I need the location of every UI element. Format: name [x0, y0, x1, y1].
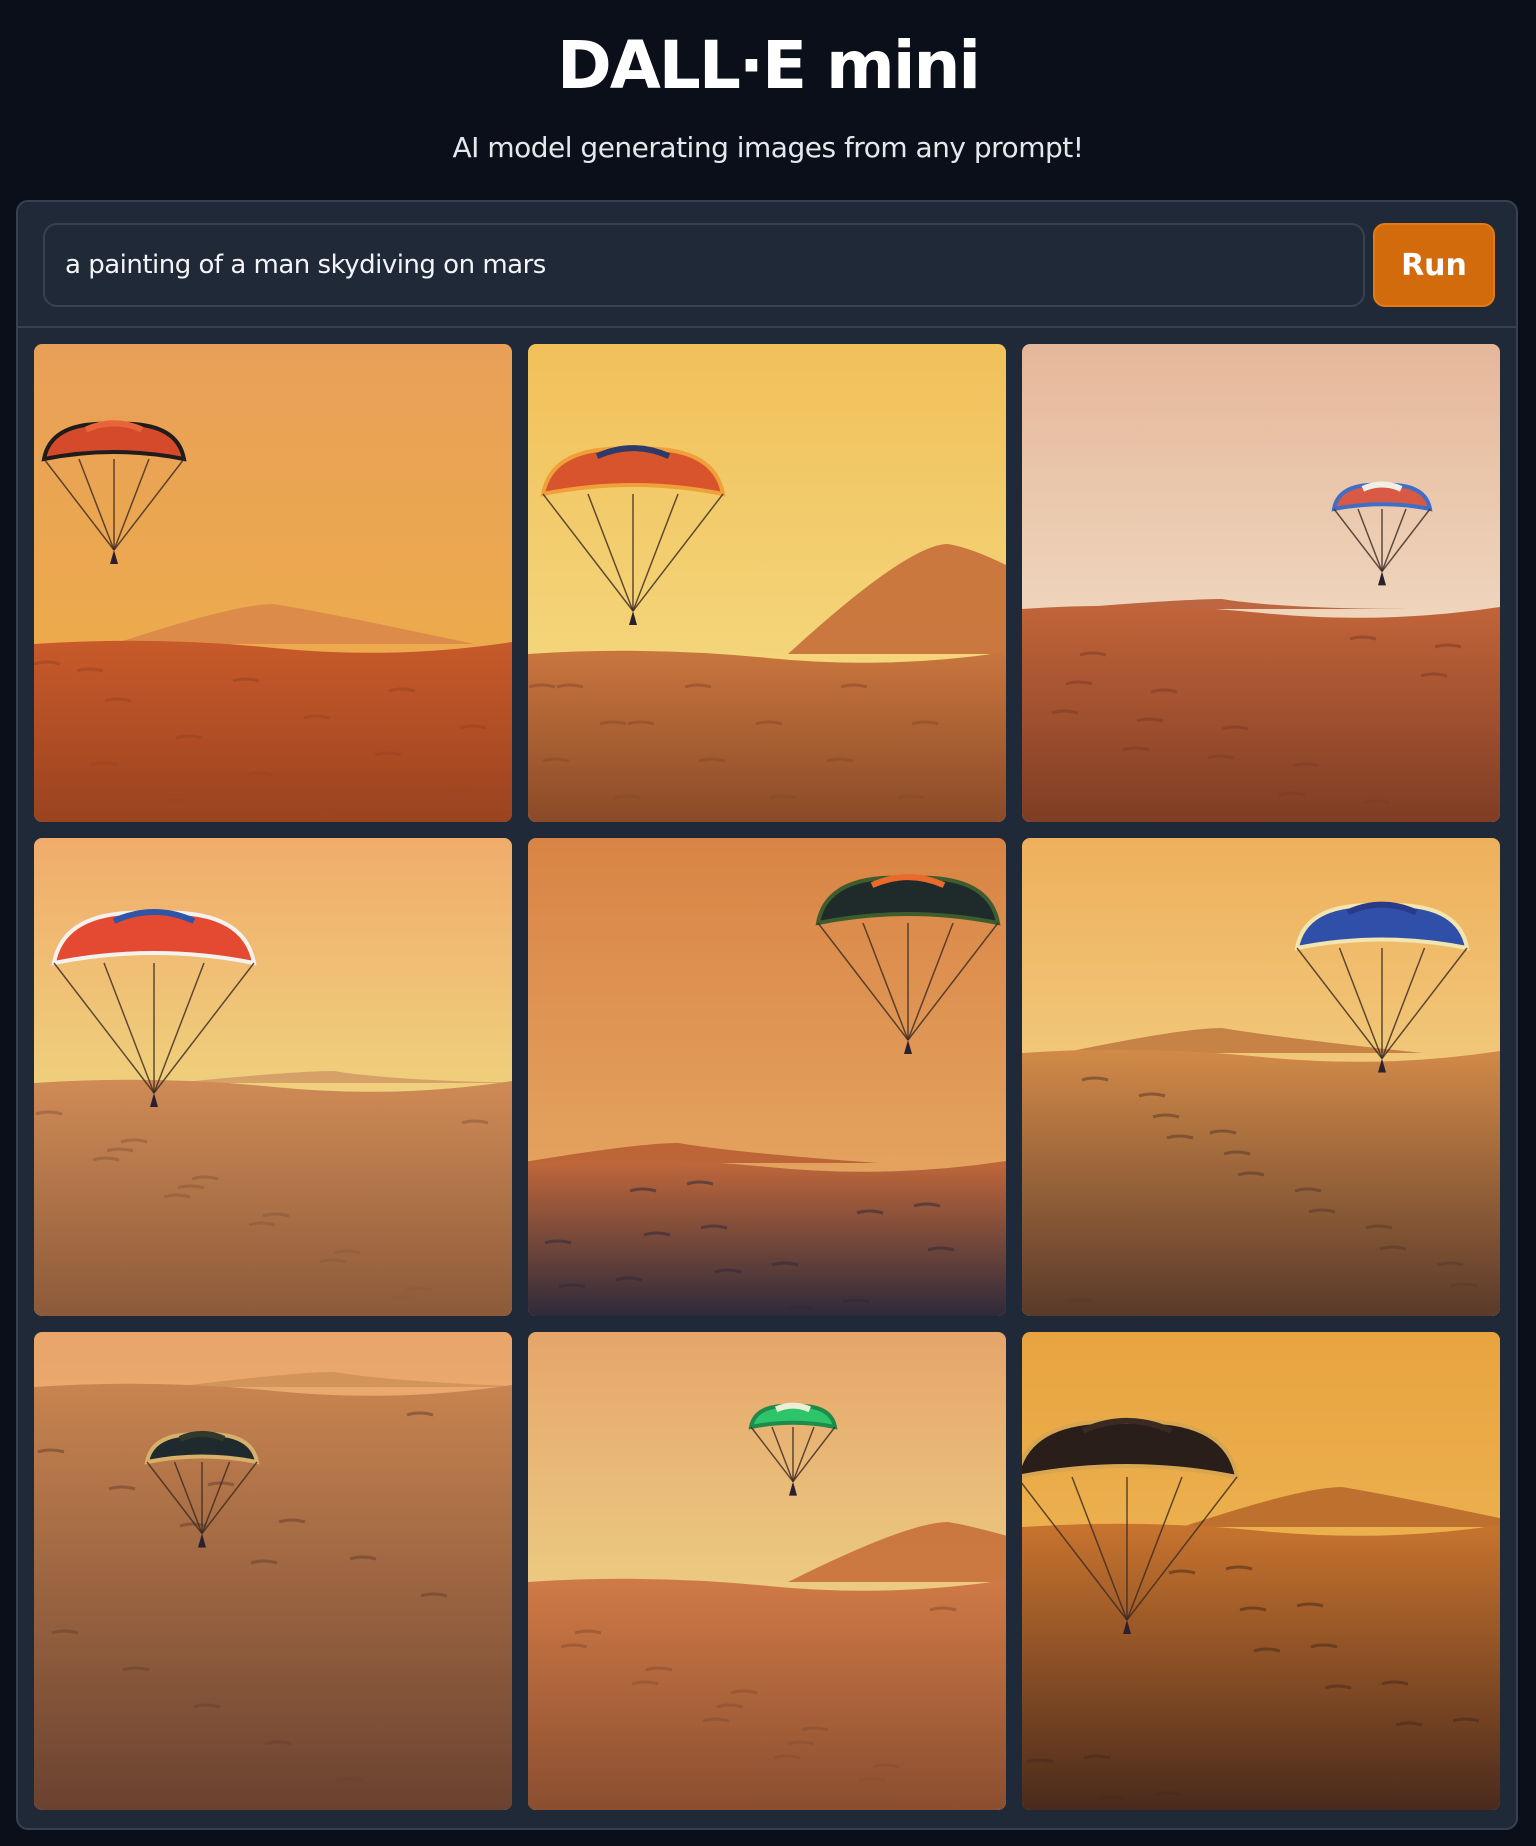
generated-image[interactable] [34, 1332, 512, 1810]
generated-image[interactable] [528, 1332, 1006, 1810]
image-gallery [34, 344, 1500, 1810]
mars-painting [34, 838, 512, 1316]
mars-painting [34, 1332, 512, 1810]
generated-image[interactable] [528, 838, 1006, 1316]
mars-painting [528, 838, 1006, 1316]
mars-painting [1022, 1332, 1500, 1810]
mars-painting [528, 1332, 1006, 1810]
run-button[interactable]: Run [1373, 223, 1495, 307]
generated-image[interactable] [528, 344, 1006, 822]
generated-image[interactable] [34, 838, 512, 1316]
mars-painting [528, 344, 1006, 822]
prompt-input[interactable] [43, 223, 1365, 307]
generated-image[interactable] [1022, 838, 1500, 1316]
mars-painting [1022, 344, 1500, 822]
mars-painting [34, 344, 512, 822]
generated-image[interactable] [1022, 344, 1500, 822]
generated-image[interactable] [1022, 1332, 1500, 1810]
mars-painting [1022, 838, 1500, 1316]
generated-image[interactable] [34, 344, 512, 822]
main-panel: Run [16, 200, 1518, 1830]
prompt-row: Run [18, 202, 1516, 328]
app-subtitle: AI model generating images from any prom… [452, 131, 1084, 164]
app-title: DALL·E mini [556, 27, 981, 104]
